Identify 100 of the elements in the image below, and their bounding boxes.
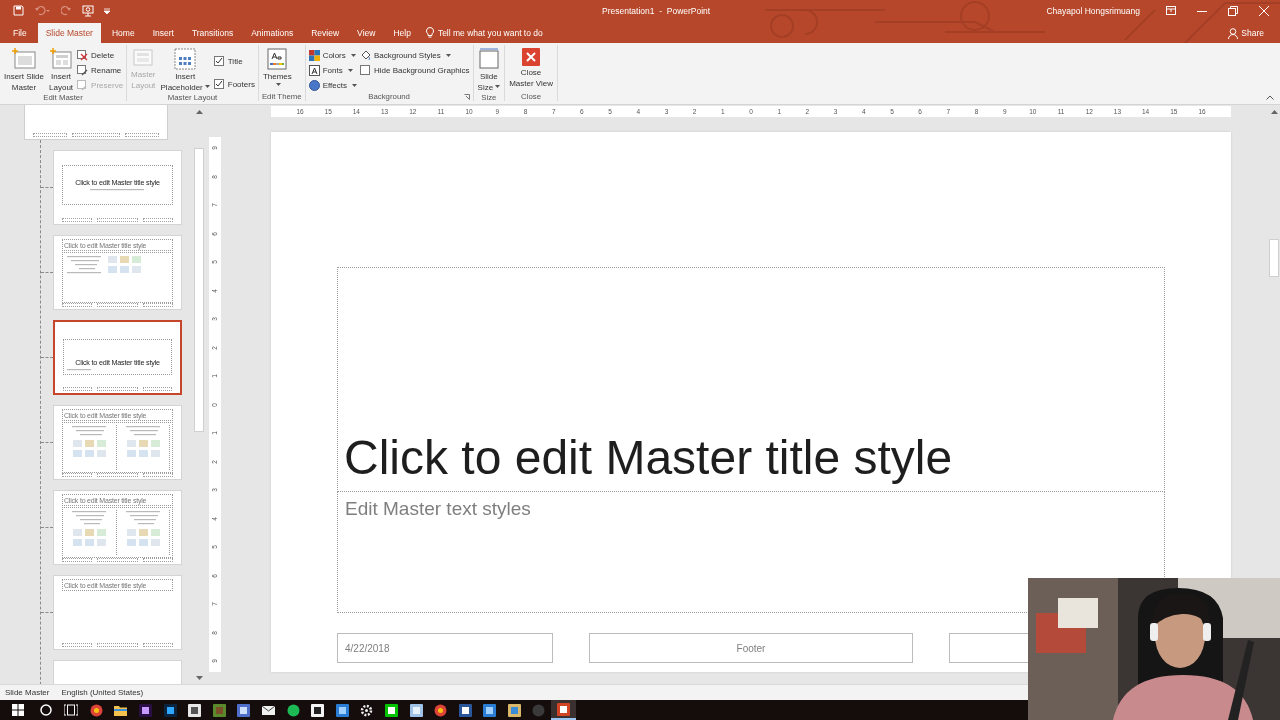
footer-placeholder bbox=[33, 133, 68, 137]
layout-icon bbox=[133, 48, 154, 68]
ribbon-tab[interactable]: File bbox=[6, 23, 34, 43]
start-icon[interactable] bbox=[12, 704, 24, 716]
ribbon-tab[interactable]: Transitions bbox=[184, 23, 241, 43]
content-icons-drawing bbox=[125, 439, 162, 459]
scroll-up-icon[interactable] bbox=[1270, 110, 1278, 114]
window-title: Presentation1 - PowerPoint bbox=[602, 5, 711, 16]
date-placeholder[interactable]: 4/22/2018 bbox=[337, 633, 553, 663]
layout-icon bbox=[50, 48, 73, 70]
footer-text: Footer bbox=[736, 642, 766, 654]
content-icons-drawing bbox=[72, 439, 109, 459]
content-icons-drawing bbox=[107, 255, 143, 275]
caret-icon bbox=[275, 82, 281, 86]
colors-button[interactable]: Colors bbox=[308, 48, 357, 62]
date-text: 4/22/2018 bbox=[345, 642, 390, 654]
caret-icon bbox=[351, 83, 357, 87]
footer-placeholder bbox=[96, 643, 139, 647]
ribbon-tab[interactable]: Help bbox=[386, 23, 418, 43]
slide-thumbnail[interactable] bbox=[24, 105, 168, 140]
customize-menu-icon[interactable] bbox=[104, 7, 110, 14]
user-name[interactable]: Chayapol Hongsrimuang bbox=[1046, 5, 1140, 16]
footers-checkbox[interactable]: Footers bbox=[213, 77, 255, 91]
effects-button[interactable]: Effects bbox=[308, 78, 357, 92]
footer-placeholder bbox=[62, 303, 92, 307]
background-styles-button[interactable]: Background Styles bbox=[359, 48, 470, 62]
footer-placeholder bbox=[143, 643, 173, 647]
hide-background-graphics-checkbox[interactable]: Hide Background Graphics bbox=[359, 63, 470, 77]
font-icon bbox=[308, 64, 320, 76]
insert-layout-button[interactable]: Insert Layout bbox=[48, 48, 75, 93]
slide-size-button[interactable]: Slide Size bbox=[476, 48, 502, 93]
content-icons-drawing bbox=[125, 528, 162, 548]
theme-gallery-icon bbox=[267, 48, 288, 70]
search-icon[interactable] bbox=[40, 704, 52, 716]
slideshow-icon[interactable] bbox=[82, 4, 94, 17]
footer-placeholder bbox=[62, 558, 92, 562]
share-button[interactable]: Share bbox=[1228, 23, 1264, 43]
ribbon-tab[interactable]: Insert bbox=[145, 23, 181, 43]
ribbon-display-options-icon[interactable] bbox=[1166, 6, 1176, 15]
close-icon bbox=[522, 48, 541, 66]
footer-placeholder[interactable]: Footer bbox=[589, 633, 913, 663]
ribbon-tab[interactable]: Review bbox=[304, 23, 347, 43]
footer-placeholder bbox=[96, 218, 139, 222]
footer-placeholder bbox=[62, 218, 92, 222]
themes-button[interactable]: Themes bbox=[261, 48, 293, 92]
content-icons-drawing bbox=[72, 528, 109, 548]
fonts-button[interactable]: Fonts bbox=[308, 63, 357, 77]
close-icon[interactable] bbox=[1259, 5, 1269, 16]
view-status: Slide Master bbox=[5, 688, 50, 697]
title-placeholder[interactable]: Click to edit Master title style bbox=[337, 267, 1165, 492]
footer-placeholder bbox=[143, 558, 173, 562]
close-master-view-button[interactable]: Close Master View bbox=[508, 48, 554, 92]
collapse-ribbon-icon[interactable] bbox=[1266, 95, 1274, 100]
task-view-icon[interactable] bbox=[64, 704, 78, 716]
caret-icon bbox=[347, 68, 353, 72]
slide-text: Edit Master text styles bbox=[345, 498, 531, 519]
dialog-launcher-icon[interactable] bbox=[463, 93, 470, 100]
slide-master-icon bbox=[12, 48, 36, 70]
save-icon[interactable] bbox=[13, 5, 24, 16]
footer-placeholder bbox=[97, 387, 138, 391]
caret-icon bbox=[204, 84, 210, 88]
ribbon-tab[interactable]: View bbox=[350, 23, 383, 43]
slide-title: Click to edit Master title style bbox=[344, 434, 953, 482]
effects-icon bbox=[308, 79, 320, 91]
checkmark-icon bbox=[214, 57, 223, 65]
insert-placeholder-button[interactable]: Insert Placeholder bbox=[159, 48, 211, 93]
app-icon[interactable] bbox=[551, 700, 576, 720]
footer-placeholder bbox=[96, 473, 139, 477]
scrollbar-thumb[interactable] bbox=[1269, 239, 1279, 277]
tell-me-search[interactable]: Tell me what you want to do bbox=[437, 23, 543, 43]
delete-icon bbox=[77, 49, 89, 61]
footer-placeholder bbox=[63, 387, 93, 391]
restore-icon[interactable] bbox=[1228, 5, 1238, 16]
title-checkbox[interactable]: Title bbox=[213, 54, 255, 68]
rename-icon bbox=[77, 64, 89, 76]
checkmark-icon bbox=[214, 80, 223, 88]
caret-icon bbox=[445, 53, 451, 57]
rename-button[interactable]: Rename bbox=[77, 63, 124, 77]
placeholder-icon bbox=[173, 48, 198, 70]
ribbon-tab[interactable]: Animations bbox=[244, 23, 301, 43]
footer-placeholder bbox=[143, 303, 173, 307]
footer-placeholder bbox=[96, 558, 139, 562]
footer-placeholder bbox=[142, 387, 172, 391]
ribbon-tab[interactable]: Slide Master bbox=[37, 23, 101, 43]
caret-icon bbox=[350, 53, 356, 57]
footer-placeholder bbox=[62, 473, 92, 477]
footer-placeholder bbox=[143, 473, 173, 477]
language-status[interactable]: English (United States) bbox=[61, 688, 144, 697]
scroll-down-icon[interactable] bbox=[195, 676, 203, 680]
delete-button[interactable]: Delete bbox=[77, 48, 124, 62]
lightbulb-icon bbox=[425, 27, 434, 38]
footer-placeholder bbox=[96, 303, 139, 307]
pin-icon bbox=[77, 79, 89, 91]
scrollbar-thumb[interactable] bbox=[194, 148, 204, 432]
scroll-up-icon[interactable] bbox=[195, 110, 203, 114]
ribbon-tab[interactable]: Home bbox=[104, 23, 142, 43]
footer-placeholder bbox=[124, 133, 159, 137]
footer-placeholder bbox=[72, 133, 120, 137]
insert-slide-master-button[interactable]: Insert Slide Master bbox=[3, 48, 46, 93]
footer-placeholder bbox=[143, 218, 173, 222]
